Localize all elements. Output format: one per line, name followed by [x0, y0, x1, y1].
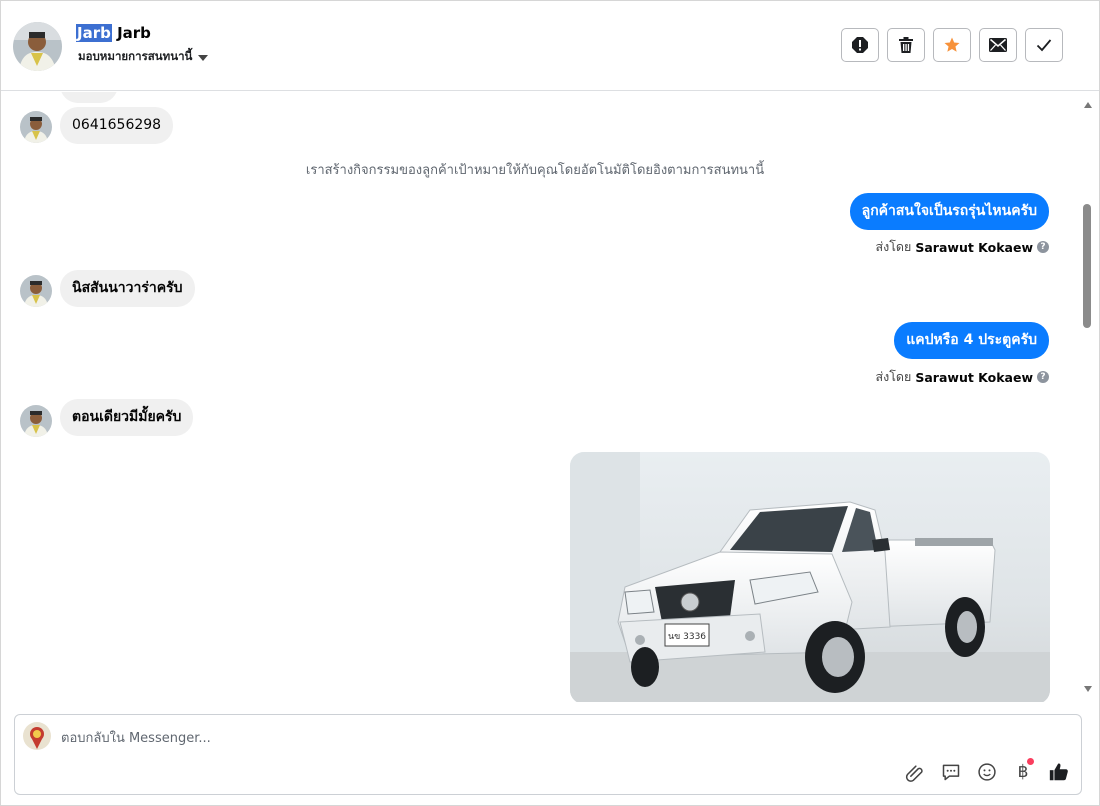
check-icon — [1036, 39, 1052, 52]
message-bubble-incoming: ตอนเดียวมีมั้ยครับ — [60, 399, 194, 436]
mark-done-button[interactable] — [1025, 28, 1063, 62]
like-button[interactable] — [1047, 760, 1071, 784]
scrollbar-thumb[interactable] — [1083, 204, 1091, 328]
message-bubble-outgoing: ลูกค้าสนใจเป็นรถรุ่นไหนครับ — [849, 193, 1049, 230]
thread-scrollbar[interactable] — [1081, 92, 1095, 702]
sent-by-prefix: ส่งโดย — [875, 369, 912, 384]
trash-icon — [899, 37, 913, 53]
composer-tools: ฿ — [903, 758, 1071, 784]
message-bubble-incoming: 0641656298 — [60, 107, 174, 144]
payment-button[interactable]: ฿ — [1011, 758, 1035, 784]
saved-replies-button[interactable] — [939, 760, 963, 784]
header-actions — [841, 28, 1063, 62]
emoji-button[interactable] — [975, 760, 999, 784]
contact-avatar[interactable] — [13, 22, 62, 71]
contact-avatar-small — [20, 275, 52, 307]
attach-button[interactable] — [903, 760, 927, 784]
delete-button[interactable] — [887, 28, 925, 62]
contact-avatar-small — [20, 405, 52, 437]
name-rest: Jarb — [111, 24, 151, 42]
scroll-up-arrow-icon[interactable] — [1084, 102, 1092, 108]
contact-name: Jarb Jarb — [76, 24, 151, 42]
system-note: เราสร้างกิจกรรมของลูกค้าเป้าหมายให้กับคุ… — [305, 163, 765, 178]
emoji-icon — [978, 763, 996, 781]
sender-name: Sarawut Kokaew — [915, 239, 1033, 255]
contact-avatar-small — [20, 111, 52, 143]
star-icon — [944, 37, 960, 52]
mark-unread-button[interactable] — [979, 28, 1017, 62]
page-avatar — [23, 722, 51, 750]
license-plate: นข 3336 — [668, 632, 706, 642]
scroll-down-arrow-icon[interactable] — [1084, 686, 1092, 692]
message-bubble-incoming: นิสสันนาวาร่าครับ — [60, 270, 195, 307]
help-icon[interactable]: ? — [1037, 371, 1049, 383]
paperclip-icon — [905, 765, 923, 782]
truck-photo[interactable]: นข 3336 — [570, 452, 1050, 702]
speech-bubble-icon — [942, 764, 960, 781]
messenger-window: Jarb Jarb มอบหมายการสนทนานี้ 0641656298 … — [0, 0, 1100, 806]
mark-spam-button[interactable] — [841, 28, 879, 62]
chevron-down-icon — [198, 55, 209, 61]
assign-conversation-dropdown[interactable]: มอบหมายการสนทนานี้ — [78, 48, 209, 66]
conversation-header: Jarb Jarb มอบหมายการสนทนานี้ — [1, 1, 1099, 91]
assign-label: มอบหมายการสนทนานี้ — [78, 49, 193, 63]
sent-by-prefix: ส่งโดย — [875, 239, 912, 254]
message-thread[interactable]: 0641656298 เราสร้างกิจกรรมของลูกค้าเป้าห… — [1, 92, 1081, 702]
message-input[interactable] — [61, 727, 861, 749]
help-icon[interactable]: ? — [1037, 241, 1049, 253]
star-button[interactable] — [933, 28, 971, 62]
message-bubble-outgoing: แคปหรือ 4 ประตูครับ — [894, 322, 1049, 359]
mail-icon — [989, 38, 1007, 52]
notification-dot — [1027, 758, 1034, 765]
sent-by-label: ส่งโดย Sarawut Kokaew ? — [875, 367, 1049, 387]
name-selected-text: Jarb — [76, 24, 112, 42]
message-bubble-partial — [60, 92, 118, 103]
sent-by-label: ส่งโดย Sarawut Kokaew ? — [875, 237, 1049, 257]
baht-icon: ฿ — [1017, 762, 1029, 782]
sender-name: Sarawut Kokaew — [915, 369, 1033, 385]
reply-composer: ฿ — [14, 714, 1082, 795]
spam-icon — [852, 37, 868, 53]
like-icon — [1049, 763, 1068, 781]
